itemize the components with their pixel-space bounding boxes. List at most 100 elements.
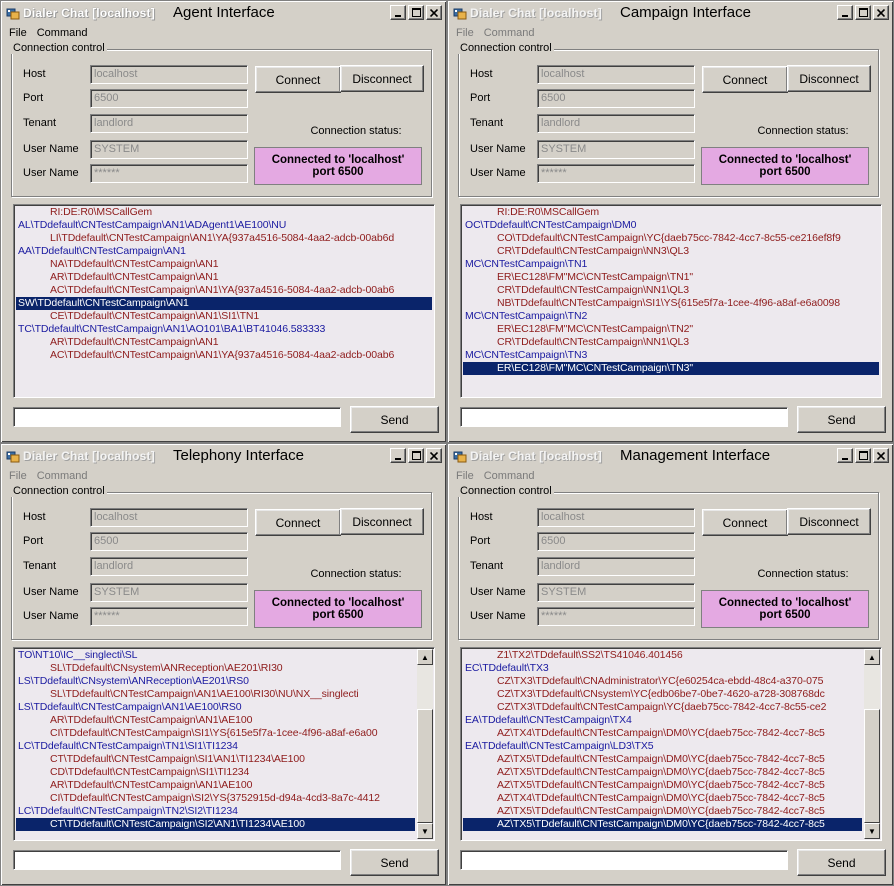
log-line[interactable]: RI:DE:R0\MSCallGem [463, 206, 879, 219]
log-line[interactable]: CZ\TX3\TDdefault\CNAdministrator\YC{e602… [463, 675, 862, 688]
port-field[interactable]: 6500 [90, 532, 248, 551]
scroll-down-icon[interactable]: ▼ [417, 823, 433, 839]
message-log[interactable]: Z1\TX2\TDdefault\SS2\TS41046.401456 EC\TD… [460, 647, 882, 841]
log-line[interactable]: LC\TDdefault\CNTestCampaign\TN1\SI1\TI12… [16, 740, 415, 753]
send-button[interactable]: Send [350, 849, 439, 876]
log-line[interactable]: OC\TDdefault\CNTestCampaign\DM0 [463, 219, 879, 232]
log-line[interactable]: AR\TDdefault\CNTestCampaign\AN1\AE100 [16, 714, 415, 727]
connect-button[interactable]: Connect [702, 66, 788, 93]
port-field[interactable]: 6500 [537, 532, 695, 551]
log-line[interactable]: AR\TDdefault\CNTestCampaign\AN1 [16, 271, 432, 284]
log-line[interactable]: LC\TDdefault\CNTestCampaign\TN2\SI2\TI12… [16, 805, 415, 818]
tenant-field[interactable]: landlord [90, 114, 248, 133]
log-line[interactable]: ER\EC128\FM"MC\CNTestCampaign\TN2" [463, 323, 879, 336]
maximize-icon[interactable] [408, 448, 424, 463]
chat-window-campaign-interface[interactable]: Dialer Chat [localhost] Campaign Interfac… [447, 0, 894, 443]
chat-window-management-interface[interactable]: Dialer Chat [localhost] Management Interf… [447, 443, 894, 886]
port-field[interactable]: 6500 [537, 89, 695, 108]
connect-button[interactable]: Connect [255, 66, 341, 93]
chat-window-telephony-interface[interactable]: Dialer Chat [localhost] Telephony Interfa… [0, 443, 447, 886]
send-button[interactable]: Send [350, 406, 439, 433]
log-line[interactable]: EC\TDdefault\TX3 [463, 662, 862, 675]
disconnect-button[interactable]: Disconnect [340, 65, 424, 92]
log-line[interactable]: AZ\TX5\TDdefault\CNTestCampaign\DM0\YC{d… [463, 766, 862, 779]
log-line[interactable]: CZ\TX3\TDdefault\CNsystem\YC{edb06be7-0b… [463, 688, 862, 701]
tenant-field[interactable]: landlord [537, 557, 695, 576]
log-line[interactable]: CR\TDdefault\CNTestCampaign\NN1\QL3 [463, 336, 879, 349]
send-button[interactable]: Send [797, 849, 886, 876]
log-line[interactable]: TO\NT10\IC__singlecti\SL [16, 649, 415, 662]
password-field[interactable]: ****** [537, 607, 695, 626]
log-line[interactable]: NB\TDdefault\CNTestCampaign\SI1\YS{615e5… [463, 297, 879, 310]
log-line[interactable]: CO\TDdefault\CNTestCampaign\YC{daeb75cc-… [463, 232, 879, 245]
scroll-up-icon[interactable]: ▲ [417, 649, 433, 665]
log-line[interactable]: CT\TDdefault\CNTestCampaign\SI1\AN1\TI12… [16, 753, 415, 766]
scroll-up-icon[interactable]: ▲ [864, 649, 880, 665]
close-icon[interactable] [873, 448, 889, 463]
menu-command[interactable]: Command [484, 470, 535, 482]
connect-button[interactable]: Connect [255, 509, 341, 536]
disconnect-button[interactable]: Disconnect [787, 508, 871, 535]
log-line[interactable]: AA\TDdefault\CNTestCampaign\AN1 [16, 245, 432, 258]
user-name-field[interactable]: SYSTEM [90, 583, 248, 602]
minimize-icon[interactable] [837, 448, 853, 463]
log-line[interactable]: AC\TDdefault\CNTestCampaign\AN1\YA{937a4… [16, 284, 432, 297]
send-button[interactable]: Send [797, 406, 886, 433]
log-line[interactable]: CZ\TX3\TDdefault\CNTestCampaign\YC{daeb7… [463, 701, 862, 714]
disconnect-button[interactable]: Disconnect [787, 65, 871, 92]
log-line[interactable]: CR\TDdefault\CNTestCampaign\NN1\QL3 [463, 284, 879, 297]
disconnect-button[interactable]: Disconnect [340, 508, 424, 535]
maximize-icon[interactable] [855, 448, 871, 463]
log-line[interactable]: LI\TDdefault\CNTestCampaign\AN1\YA{937a4… [16, 232, 432, 245]
log-line[interactable]: CD\TDdefault\CNTestCampaign\SI1\TI1234 [16, 766, 415, 779]
log-line[interactable]: Z1\TX2\TDdefault\SS2\TS41046.401456 [463, 649, 862, 662]
scroll-thumb[interactable] [864, 709, 880, 823]
log-scrollbar[interactable]: ▲ ▼ [864, 649, 880, 839]
message-input[interactable] [13, 850, 341, 870]
dialer-app-icon[interactable] [453, 449, 467, 463]
password-field[interactable]: ****** [90, 607, 248, 626]
message-input[interactable] [460, 407, 788, 427]
message-input[interactable] [13, 407, 341, 427]
log-line[interactable]: EA\TDdefault\CNTestCampaign\LD3\TX5 [463, 740, 862, 753]
log-line[interactable]: CR\TDdefault\CNTestCampaign\NN3\QL3 [463, 245, 879, 258]
close-icon[interactable] [426, 5, 442, 20]
log-line[interactable]: LS\TDdefault\CNsystem\ANReception\AE201\… [16, 675, 415, 688]
user-name-field[interactable]: SYSTEM [537, 140, 695, 159]
menu-command[interactable]: Command [37, 27, 88, 39]
log-line[interactable]: AZ\TX5\TDdefault\CNTestCampaign\DM0\YC{d… [463, 779, 862, 792]
password-field[interactable]: ****** [537, 164, 695, 183]
host-field[interactable]: localhost [90, 65, 248, 84]
menu-file[interactable]: File [456, 470, 474, 482]
log-line[interactable]: MC\CNTestCampaign\TN3 [463, 349, 879, 362]
log-line[interactable]: LS\TDdefault\CNTestCampaign\AN1\AE100\RS… [16, 701, 415, 714]
minimize-icon[interactable] [390, 5, 406, 20]
close-icon[interactable] [426, 448, 442, 463]
log-line[interactable]: CI\TDdefault\CNTestCampaign\SI1\YS{615e5… [16, 727, 415, 740]
message-log[interactable]: TO\NT10\IC__singlecti\SL SL\TDdefault\CNs… [13, 647, 435, 841]
tenant-field[interactable]: landlord [537, 114, 695, 133]
connect-button[interactable]: Connect [702, 509, 788, 536]
user-name-field[interactable]: SYSTEM [90, 140, 248, 159]
dialer-app-icon[interactable] [453, 6, 467, 20]
host-field[interactable]: localhost [537, 65, 695, 84]
menu-file[interactable]: File [456, 27, 474, 39]
title-bar[interactable]: Dialer Chat [localhost] Telephony Interfa… [3, 446, 444, 466]
log-line[interactable]: NA\TDdefault\CNTestCampaign\AN1 [16, 258, 432, 271]
log-line[interactable]: AL\TDdefault\CNTestCampaign\AN1\ADAgent1… [16, 219, 432, 232]
log-scrollbar[interactable]: ▲ ▼ [417, 649, 433, 839]
log-line[interactable]: EA\TDdefault\CNTestCampaign\TX4 [463, 714, 862, 727]
host-field[interactable]: localhost [537, 508, 695, 527]
scroll-thumb[interactable] [417, 709, 433, 823]
minimize-icon[interactable] [837, 5, 853, 20]
chat-window-agent-interface[interactable]: Dialer Chat [localhost] Agent Interface Fi… [0, 0, 447, 443]
menu-file[interactable]: File [9, 470, 27, 482]
maximize-icon[interactable] [855, 5, 871, 20]
log-line[interactable]: RI:DE:R0\MSCallGem [16, 206, 432, 219]
log-line[interactable]: AR\TDdefault\CNTestCampaign\AN1\AE100 [16, 779, 415, 792]
log-line[interactable]: CT\TDdefault\CNTestCampaign\SI2\AN1\TI12… [16, 818, 415, 831]
menu-file[interactable]: File [9, 27, 27, 39]
maximize-icon[interactable] [408, 5, 424, 20]
scroll-down-icon[interactable]: ▼ [864, 823, 880, 839]
title-bar[interactable]: Dialer Chat [localhost] Campaign Interfac… [450, 3, 891, 23]
